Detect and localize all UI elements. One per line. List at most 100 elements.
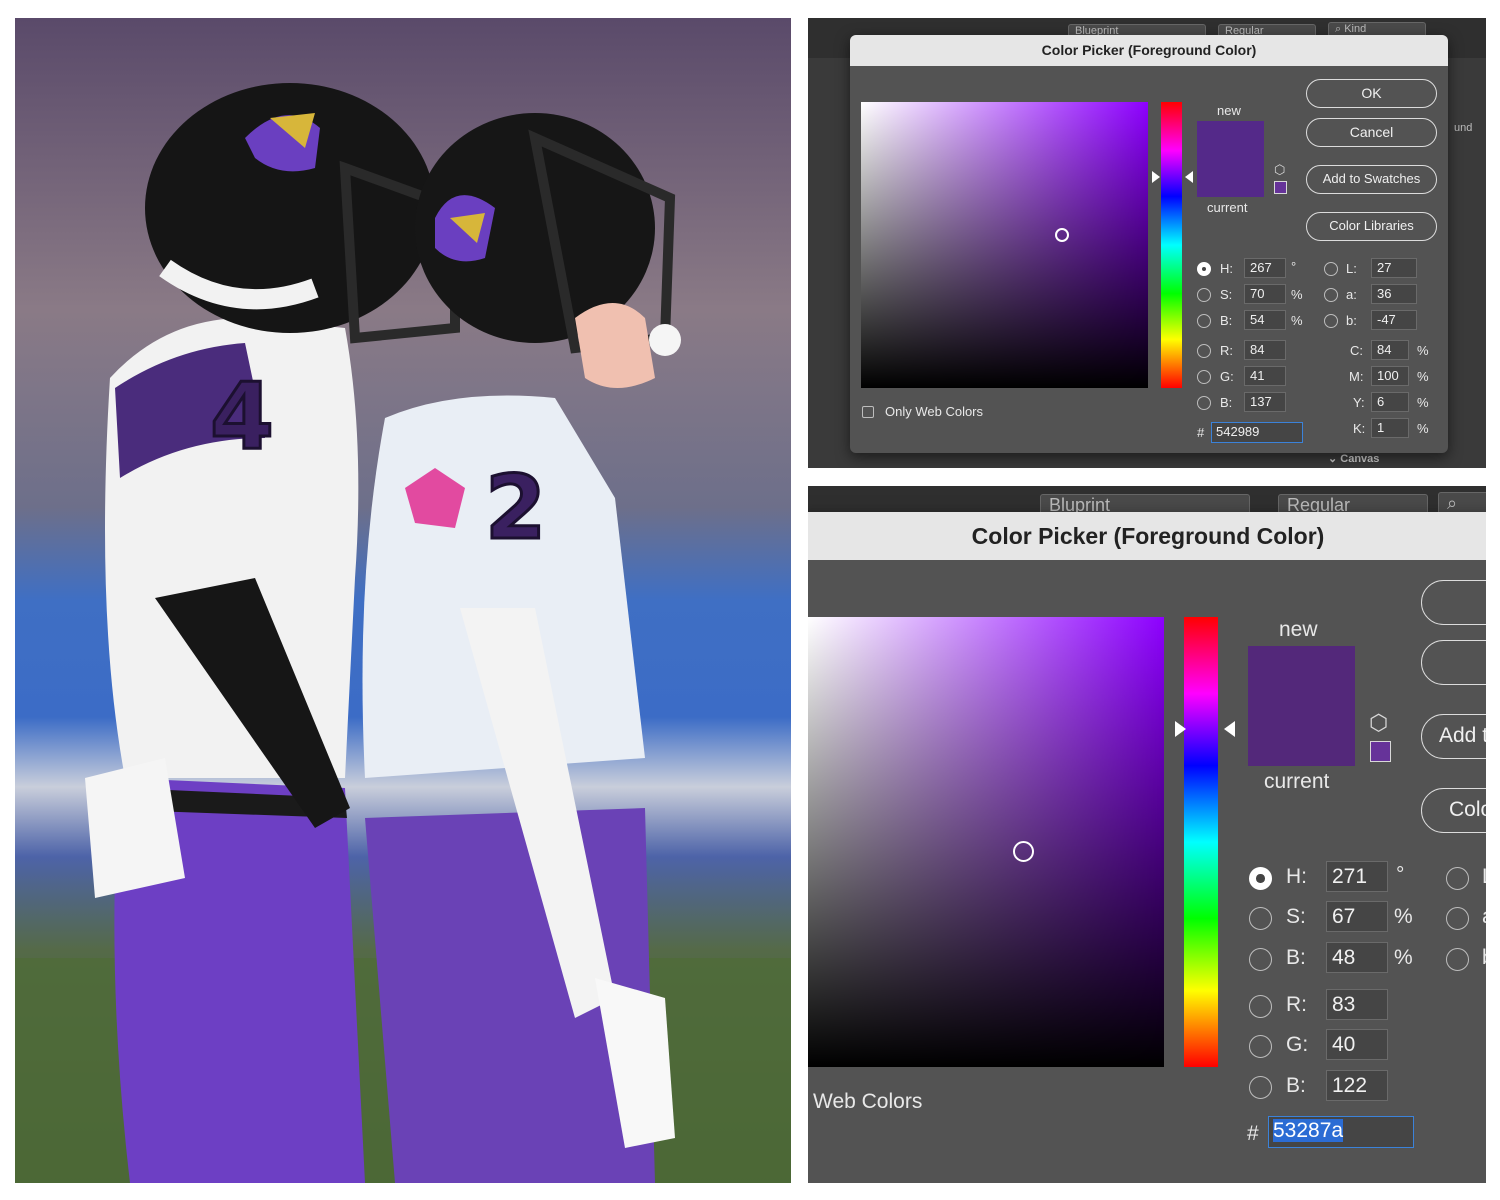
saturation-field-zoomed[interactable]: 67 — [1326, 901, 1388, 932]
saturation-label-zoomed: S: — [1286, 905, 1306, 928]
color-picker-dialog: Color Picker (Foreground Color) new curr… — [850, 35, 1448, 453]
red-radio-zoomed[interactable] — [1249, 995, 1272, 1018]
lab-l-field[interactable]: 27 — [1371, 258, 1417, 278]
green-field[interactable]: 41 — [1244, 366, 1286, 386]
add-to-swatches-button-zoomed[interactable]: Add t — [1421, 714, 1486, 759]
brightness-unit: % — [1291, 313, 1303, 328]
saturation-unit-zoomed: % — [1394, 905, 1413, 928]
magenta-label: M: — [1349, 369, 1364, 384]
green-radio[interactable] — [1197, 370, 1211, 384]
ok-button-zoomed[interactable] — [1421, 580, 1486, 625]
blue-field-zoomed[interactable]: 122 — [1326, 1070, 1388, 1101]
dialog-title-zoomed: Color Picker (Foreground Color) — [808, 512, 1486, 560]
lab-l-label: L: — [1346, 261, 1357, 276]
only-web-colors-checkbox[interactable] — [862, 406, 874, 418]
web-safe-color-swatch-icon-zoomed[interactable] — [1370, 741, 1391, 762]
yellow-unit: % — [1417, 395, 1429, 410]
canvas-label-text: Canvas — [1340, 453, 1380, 465]
blue-radio-zoomed[interactable] — [1249, 1076, 1272, 1099]
color-selection-ring[interactable] — [1055, 228, 1069, 242]
black-label: K: — [1353, 421, 1366, 436]
lab-b-radio-zoomed[interactable] — [1446, 948, 1469, 971]
svg-text:4: 4 — [210, 363, 274, 470]
lab-b-radio[interactable] — [1324, 314, 1338, 328]
magenta-field[interactable]: 100 — [1371, 366, 1409, 386]
red-field[interactable]: 84 — [1244, 340, 1286, 360]
hex-hash-label: # — [1197, 425, 1205, 440]
black-unit: % — [1417, 421, 1429, 436]
lab-b-field[interactable]: -47 — [1371, 310, 1417, 330]
lab-l-radio-zoomed[interactable] — [1446, 867, 1469, 890]
color-libraries-button[interactable]: Color Libraries — [1306, 212, 1437, 241]
saturation-brightness-field[interactable] — [861, 102, 1148, 388]
lab-l-radio[interactable] — [1324, 262, 1338, 276]
brightness-label: B: — [1220, 313, 1233, 328]
cancel-button-zoomed[interactable]: C — [1421, 640, 1486, 685]
cancel-button[interactable]: Cancel — [1306, 118, 1437, 147]
hue-slider-right-arrow[interactable] — [1185, 171, 1193, 183]
canvas-section-label[interactable]: ⌄ Canvas — [1328, 452, 1379, 465]
hex-field[interactable]: 542989 — [1211, 422, 1303, 443]
color-picker-screenshot-1: Blueprint Regular ⌕ Kind und ⌄ Canvas Co… — [808, 18, 1486, 468]
football-players-photo: 4 2 — [15, 18, 791, 1183]
brightness-field-zoomed[interactable]: 48 — [1326, 942, 1388, 973]
saturation-radio-zoomed[interactable] — [1249, 907, 1272, 930]
magenta-unit: % — [1417, 369, 1429, 384]
new-color-label-zoomed: new — [1279, 618, 1318, 641]
saturation-radio[interactable] — [1197, 288, 1211, 302]
red-radio[interactable] — [1197, 344, 1211, 358]
hue-slider-zoomed[interactable] — [1184, 617, 1218, 1067]
red-label-zoomed: R: — [1286, 993, 1307, 1016]
out-of-gamut-cube-icon-zoomed[interactable]: ⬡ — [1369, 710, 1388, 736]
hue-slider-left-arrow[interactable] — [1152, 171, 1160, 183]
cyan-unit: % — [1417, 343, 1429, 358]
new-color-swatch — [1197, 121, 1264, 197]
background-layer-label: und — [1454, 122, 1473, 134]
hue-field-zoomed[interactable]: 271 — [1326, 861, 1388, 892]
ok-button[interactable]: OK — [1306, 79, 1437, 108]
lab-a-radio-zoomed[interactable] — [1446, 907, 1469, 930]
hue-label-zoomed: H: — [1286, 865, 1307, 888]
hue-radio[interactable] — [1197, 262, 1211, 276]
hue-slider-left-arrow-zoomed[interactable] — [1175, 721, 1186, 737]
saturation-field[interactable]: 70 — [1244, 284, 1286, 304]
lab-a-field[interactable]: 36 — [1371, 284, 1417, 304]
blue-field[interactable]: 137 — [1244, 392, 1286, 412]
brightness-label-zoomed: B: — [1286, 946, 1306, 969]
hue-field[interactable]: 267 — [1244, 258, 1286, 278]
dialog-title: Color Picker (Foreground Color) — [850, 35, 1448, 66]
yellow-field[interactable]: 6 — [1371, 392, 1409, 412]
brightness-field[interactable]: 54 — [1244, 310, 1286, 330]
saturation-unit: % — [1291, 287, 1303, 302]
out-of-gamut-cube-icon[interactable]: ⬡ — [1274, 162, 1285, 178]
hue-slider-right-arrow-zoomed[interactable] — [1224, 721, 1235, 737]
current-color-label-zoomed: current — [1264, 770, 1330, 793]
red-label: R: — [1220, 343, 1233, 358]
hue-radio-zoomed[interactable] — [1249, 867, 1272, 890]
color-picker-dialog-zoomed: Color Picker (Foreground Color) new curr… — [808, 512, 1486, 1183]
only-web-colors-label-zoomed: Web Colors — [813, 1090, 923, 1113]
search-icon: ⌕ — [1447, 493, 1458, 513]
cyan-field[interactable]: 84 — [1371, 340, 1409, 360]
hue-unit: ° — [1291, 259, 1297, 274]
blue-radio[interactable] — [1197, 396, 1211, 410]
green-field-zoomed[interactable]: 40 — [1326, 1029, 1388, 1060]
new-color-label: new — [1217, 103, 1241, 118]
web-safe-color-swatch-icon[interactable] — [1274, 181, 1287, 194]
saturation-brightness-field-zoomed[interactable] — [808, 617, 1164, 1067]
black-field[interactable]: 1 — [1371, 418, 1409, 438]
red-field-zoomed[interactable]: 83 — [1326, 989, 1388, 1020]
lab-b-label: b: — [1346, 313, 1357, 328]
hex-field-zoomed[interactable]: 53287a — [1268, 1116, 1414, 1148]
color-libraries-button-zoomed[interactable]: Colo — [1421, 788, 1486, 833]
brightness-radio-zoomed[interactable] — [1249, 948, 1272, 971]
blue-label-zoomed: B: — [1286, 1074, 1306, 1097]
hue-slider[interactable] — [1161, 102, 1182, 388]
green-radio-zoomed[interactable] — [1249, 1035, 1272, 1058]
saturation-label: S: — [1220, 287, 1233, 302]
color-selection-ring-zoomed[interactable] — [1013, 841, 1034, 862]
lab-a-radio[interactable] — [1324, 288, 1338, 302]
add-to-swatches-button[interactable]: Add to Swatches — [1306, 165, 1437, 194]
layer-kind-label: Kind — [1344, 23, 1367, 35]
brightness-radio[interactable] — [1197, 314, 1211, 328]
